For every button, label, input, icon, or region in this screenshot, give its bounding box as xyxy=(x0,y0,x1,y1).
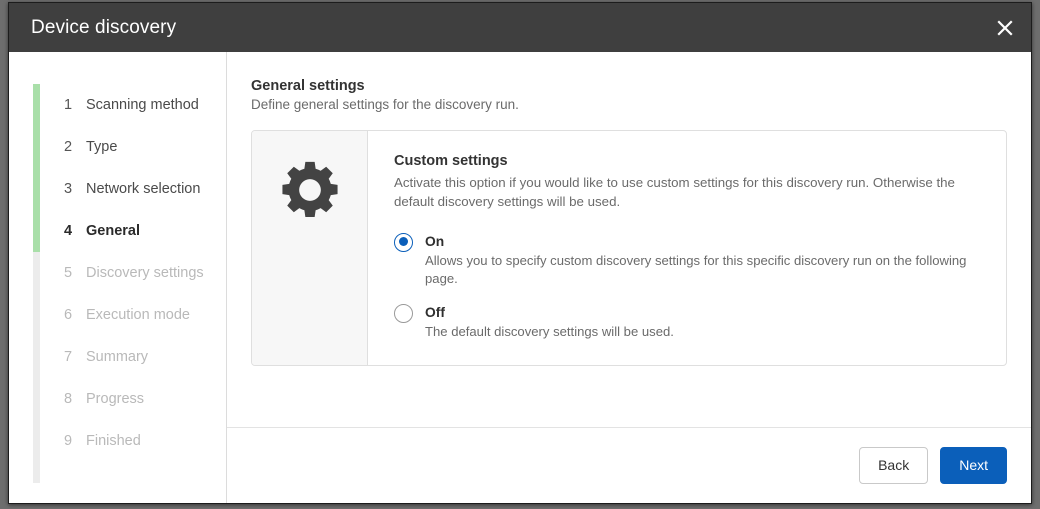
card-description: Activate this option if you would like t… xyxy=(394,174,980,212)
card-icon-panel xyxy=(252,131,368,365)
radio-option-on[interactable]: OnAllows you to specify custom discovery… xyxy=(394,232,980,289)
wizard-step-summary: 7Summary xyxy=(9,336,226,378)
next-button[interactable]: Next xyxy=(940,447,1007,484)
radio-option-label: On xyxy=(425,232,980,251)
wizard-step-execution-mode: 6Execution mode xyxy=(9,294,226,336)
radio-option-texts: OnAllows you to specify custom discovery… xyxy=(425,232,980,289)
wizard-step-list: 1Scanning method2Type3Network selection4… xyxy=(9,84,226,462)
close-button[interactable] xyxy=(979,3,1031,52)
custom-settings-card: Custom settings Activate this option if … xyxy=(251,130,1007,366)
page-subtitle: Define general settings for the discover… xyxy=(251,97,1007,112)
wizard-step-label: Discovery settings xyxy=(86,265,204,281)
wizard-sidebar: 1Scanning method2Type3Network selection4… xyxy=(9,52,227,503)
wizard-step-finished: 9Finished xyxy=(9,420,226,462)
dialog-body: 1Scanning method2Type3Network selection4… xyxy=(9,52,1031,503)
wizard-step-number: 2 xyxy=(64,139,86,155)
custom-settings-radio-group: OnAllows you to specify custom discovery… xyxy=(394,232,980,342)
wizard-step-label: Finished xyxy=(86,433,141,449)
wizard-step-label: Scanning method xyxy=(86,97,199,113)
wizard-step-number: 4 xyxy=(64,223,86,239)
card-content: Custom settings Activate this option if … xyxy=(368,131,1006,365)
device-discovery-dialog: Device discovery 1Scanning method2Type3N… xyxy=(8,2,1032,504)
wizard-step-progress: 8Progress xyxy=(9,378,226,420)
wizard-step-label: Progress xyxy=(86,391,144,407)
radio-option-texts: OffThe default discovery settings will b… xyxy=(425,303,674,342)
main-panel: General settings Define general settings… xyxy=(227,52,1031,503)
wizard-step-discovery-settings: 5Discovery settings xyxy=(9,252,226,294)
wizard-step-label: Network selection xyxy=(86,181,200,197)
wizard-step-number: 7 xyxy=(64,349,86,365)
dialog-title: Device discovery xyxy=(31,17,176,39)
wizard-step-number: 9 xyxy=(64,433,86,449)
wizard-step-number: 8 xyxy=(64,391,86,407)
wizard-step-network-selection[interactable]: 3Network selection xyxy=(9,168,226,210)
wizard-step-scanning-method[interactable]: 1Scanning method xyxy=(9,84,226,126)
radio-on-icon[interactable] xyxy=(394,233,413,252)
wizard-step-number: 3 xyxy=(64,181,86,197)
radio-option-off[interactable]: OffThe default discovery settings will b… xyxy=(394,303,980,342)
dialog-footer: Back Next xyxy=(227,427,1031,503)
wizard-step-label: General xyxy=(86,223,140,239)
main-content: General settings Define general settings… xyxy=(227,52,1031,427)
wizard-step-number: 6 xyxy=(64,307,86,323)
wizard-step-label: Summary xyxy=(86,349,148,365)
wizard-step-label: Type xyxy=(86,139,117,155)
radio-option-label: Off xyxy=(425,303,674,322)
close-icon xyxy=(995,18,1015,38)
wizard-step-number: 5 xyxy=(64,265,86,281)
radio-option-help: Allows you to specify custom discovery s… xyxy=(425,252,980,289)
wizard-step-number: 1 xyxy=(64,97,86,113)
card-title: Custom settings xyxy=(394,153,980,169)
gear-icon xyxy=(279,159,341,226)
radio-option-help: The default discovery settings will be u… xyxy=(425,323,674,341)
wizard-step-label: Execution mode xyxy=(86,307,190,323)
back-button[interactable]: Back xyxy=(859,447,928,484)
radio-off-icon[interactable] xyxy=(394,304,413,323)
wizard-step-general[interactable]: 4General xyxy=(9,210,226,252)
page-title: General settings xyxy=(251,78,1007,94)
wizard-step-type[interactable]: 2Type xyxy=(9,126,226,168)
dialog-titlebar: Device discovery xyxy=(9,3,1031,52)
